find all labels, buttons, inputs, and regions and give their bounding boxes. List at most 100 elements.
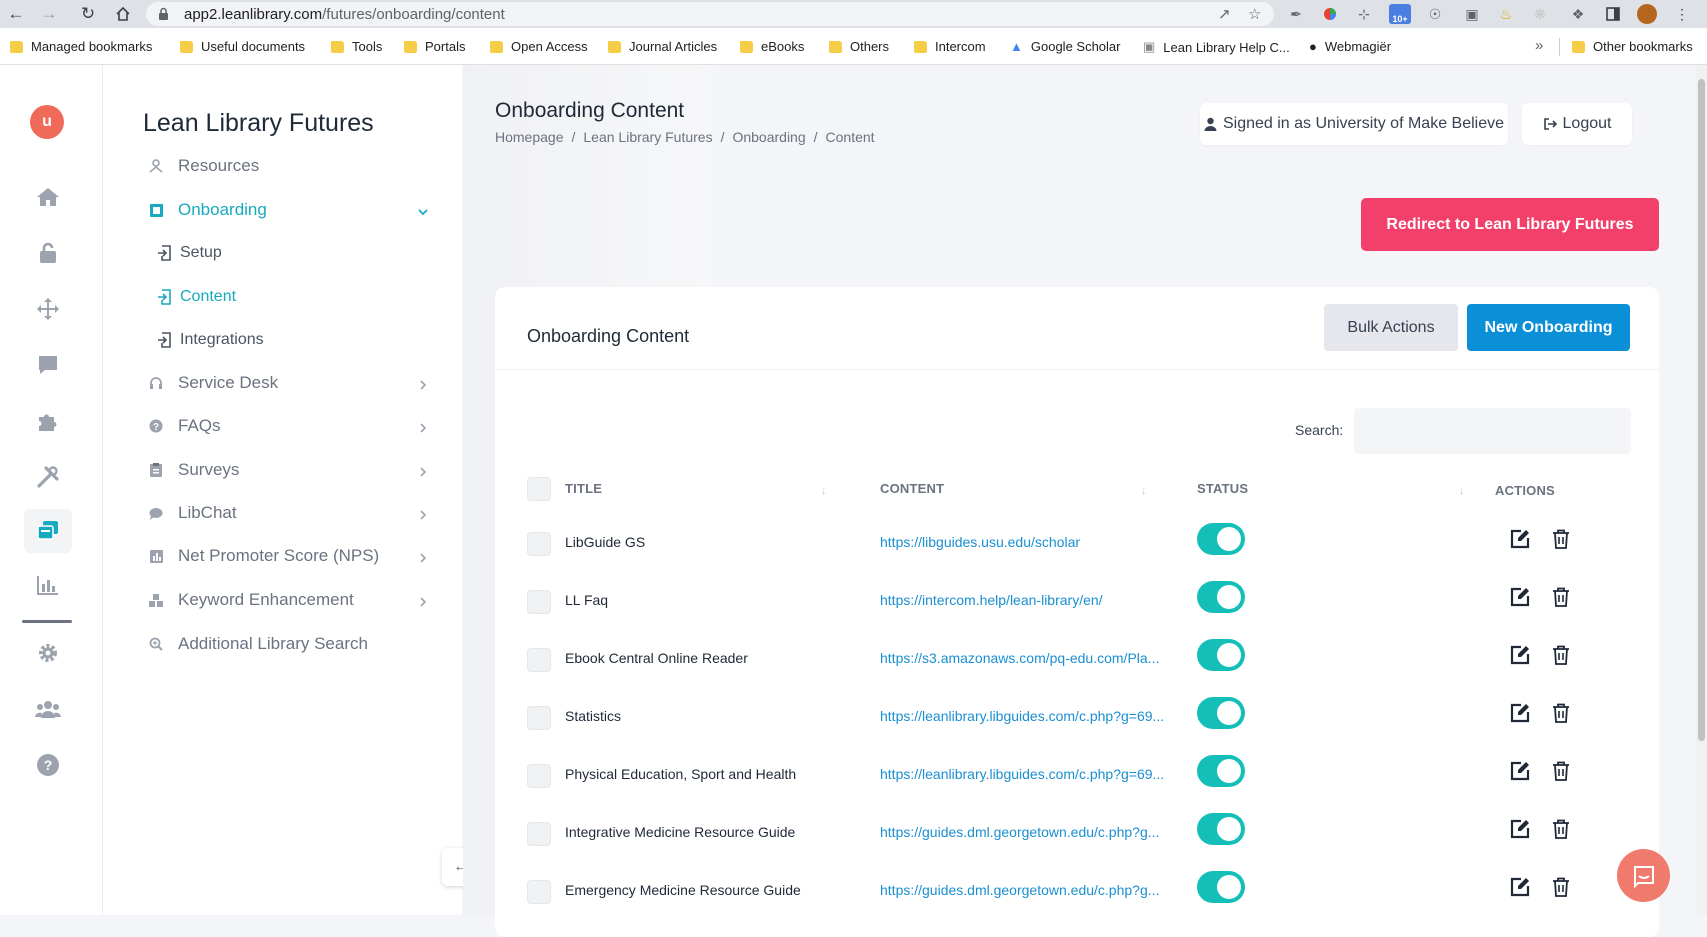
row-content-link[interactable]: https://leanlibrary.libguides.com/c.php?… (880, 766, 1164, 782)
more-bookmarks-icon[interactable]: » (1535, 37, 1543, 54)
row-content-link[interactable]: https://intercom.help/lean-library/en/ (880, 592, 1103, 608)
status-toggle[interactable] (1197, 523, 1245, 555)
row-content-link[interactable]: https://guides.dml.georgetown.edu/c.php?… (880, 824, 1159, 840)
row-content-link[interactable]: https://s3.amazonaws.com/pq-edu.com/Pla.… (880, 650, 1159, 666)
edit-icon[interactable] (1508, 527, 1532, 551)
bookmark-open-access[interactable]: Open Access (490, 39, 588, 54)
tool-extension-icon[interactable]: ⊹ (1354, 4, 1374, 24)
sidebar-item-libchat[interactable]: LibChat (149, 501, 429, 525)
sidebar-item-faqs[interactable]: ? FAQs (149, 414, 429, 438)
star-icon[interactable]: ☆ (1248, 5, 1261, 23)
trash-icon[interactable] (1549, 875, 1573, 899)
column-header-status[interactable]: STATUS (1197, 481, 1248, 496)
edit-icon[interactable] (1508, 759, 1532, 783)
status-toggle[interactable] (1197, 639, 1245, 671)
tools-icon[interactable] (24, 455, 72, 499)
feather-extension-icon[interactable]: ✒ (1286, 4, 1306, 24)
row-content-link[interactable]: https://leanlibrary.libguides.com/c.php?… (880, 708, 1164, 724)
sort-arrow-icon[interactable]: ↓ (1459, 485, 1465, 497)
trash-icon[interactable] (1549, 701, 1573, 725)
breadcrumb-onboarding[interactable]: Onboarding (732, 129, 805, 145)
row-checkbox[interactable] (527, 764, 551, 788)
bookmark-ll-help[interactable]: ▣ Lean Library Help C... (1143, 39, 1290, 55)
bookmark-managed[interactable]: Managed bookmarks (10, 39, 152, 54)
trash-icon[interactable] (1549, 585, 1573, 609)
bookmark-useful[interactable]: Useful documents (180, 39, 305, 54)
column-header-content[interactable]: CONTENT (880, 481, 944, 496)
new-onboarding-button[interactable]: New Onboarding (1467, 304, 1630, 351)
scrollbar-thumb[interactable] (1698, 79, 1705, 741)
move-arrows-icon[interactable] (24, 287, 72, 331)
sidebar-item-keyword[interactable]: Keyword Enhancement (149, 588, 429, 612)
badge-extension-icon[interactable]: 10+ (1388, 4, 1412, 24)
flame-extension-icon[interactable]: ♨ (1496, 4, 1516, 24)
trash-icon[interactable] (1549, 759, 1573, 783)
share-icon[interactable]: ↗ (1218, 5, 1231, 23)
row-checkbox[interactable] (527, 590, 551, 614)
row-checkbox[interactable] (527, 706, 551, 730)
row-checkbox[interactable] (527, 648, 551, 672)
home-icon[interactable] (24, 175, 72, 219)
search-input[interactable] (1354, 408, 1631, 454)
edit-icon[interactable] (1508, 875, 1532, 899)
puzzle-piece-icon[interactable] (24, 399, 72, 443)
status-toggle[interactable] (1197, 755, 1245, 787)
row-checkbox[interactable] (527, 532, 551, 556)
page-scrollbar[interactable] (1696, 65, 1707, 915)
sidebar-subitem-integrations[interactable]: Integrations (157, 329, 264, 351)
address-bar[interactable]: app2.leanlibrary.com/futures/onboarding/… (146, 2, 1274, 26)
bookmark-portals[interactable]: Portals (404, 39, 465, 54)
logout-button[interactable]: Logout (1522, 103, 1632, 145)
sidebar-item-additional-search[interactable]: Additional Library Search (149, 632, 429, 656)
select-all-checkbox[interactable] (527, 477, 551, 501)
forward-icon[interactable]: → (38, 3, 60, 25)
disabled-extension-icon[interactable]: ❋ (1530, 4, 1550, 24)
sidebar-item-service-desk[interactable]: Service Desk (149, 371, 429, 395)
bookmark-others[interactable]: Others (829, 39, 889, 54)
profile-avatar[interactable] (1637, 4, 1657, 24)
puzzle-icon[interactable]: ❖ (1568, 4, 1588, 24)
sort-arrow-icon[interactable]: ↓ (821, 485, 827, 497)
camera-extension-icon[interactable]: ▣ (1462, 4, 1482, 24)
chat-bubble-icon[interactable] (24, 343, 72, 387)
bookmark-other[interactable]: Other bookmarks (1572, 39, 1693, 54)
sidebar-subitem-setup[interactable]: Setup (157, 242, 222, 264)
breadcrumb-futures[interactable]: Lean Library Futures (583, 129, 712, 145)
breadcrumb-homepage[interactable]: Homepage (495, 129, 564, 145)
status-toggle[interactable] (1197, 581, 1245, 613)
redirect-button[interactable]: Redirect to Lean Library Futures (1361, 198, 1659, 251)
trash-icon[interactable] (1549, 817, 1573, 841)
settings-gear-icon[interactable] (24, 631, 72, 675)
edit-icon[interactable] (1508, 701, 1532, 725)
side-panel-icon[interactable] (1603, 4, 1623, 24)
intercom-chat-button[interactable] (1617, 849, 1670, 902)
status-toggle[interactable] (1197, 813, 1245, 845)
status-toggle[interactable] (1197, 871, 1245, 903)
back-icon[interactable]: ← (5, 3, 27, 25)
edit-icon[interactable] (1508, 817, 1532, 841)
bookmark-webmagier[interactable]: ● Webmagiër (1309, 39, 1391, 54)
bookmark-scholar[interactable]: ▲ Google Scholar (1010, 39, 1121, 54)
help-icon[interactable]: ? (24, 743, 72, 787)
status-toggle[interactable] (1197, 697, 1245, 729)
signed-in-pill[interactable]: Signed in as University of Make Believe (1200, 103, 1508, 145)
sidebar-item-resources[interactable]: Resources (149, 154, 429, 178)
leanlibrary-extension-icon[interactable]: ☉ (1425, 4, 1445, 24)
kebab-menu-icon[interactable]: ⋮ (1672, 4, 1692, 24)
edit-icon[interactable] (1508, 585, 1532, 609)
row-content-link[interactable]: https://libguides.usu.edu/scholar (880, 534, 1080, 550)
bookmark-ebooks[interactable]: eBooks (740, 39, 804, 54)
bookmark-tools[interactable]: Tools (331, 39, 382, 54)
bookmark-intercom[interactable]: Intercom (914, 39, 986, 54)
sort-arrow-icon[interactable]: ↓ (1141, 485, 1147, 497)
trash-icon[interactable] (1549, 643, 1573, 667)
reload-icon[interactable]: ↻ (77, 3, 99, 25)
edit-icon[interactable] (1508, 643, 1532, 667)
sidebar-item-onboarding[interactable]: Onboarding (149, 198, 429, 222)
color-extension-icon[interactable] (1320, 4, 1340, 24)
sidebar-subitem-content[interactable]: Content (157, 286, 236, 308)
sidebar-item-nps[interactable]: Net Promoter Score (NPS) (149, 544, 429, 568)
bar-chart-icon[interactable] (24, 563, 72, 607)
trash-icon[interactable] (1549, 527, 1573, 551)
content-stack-icon[interactable] (24, 509, 72, 553)
